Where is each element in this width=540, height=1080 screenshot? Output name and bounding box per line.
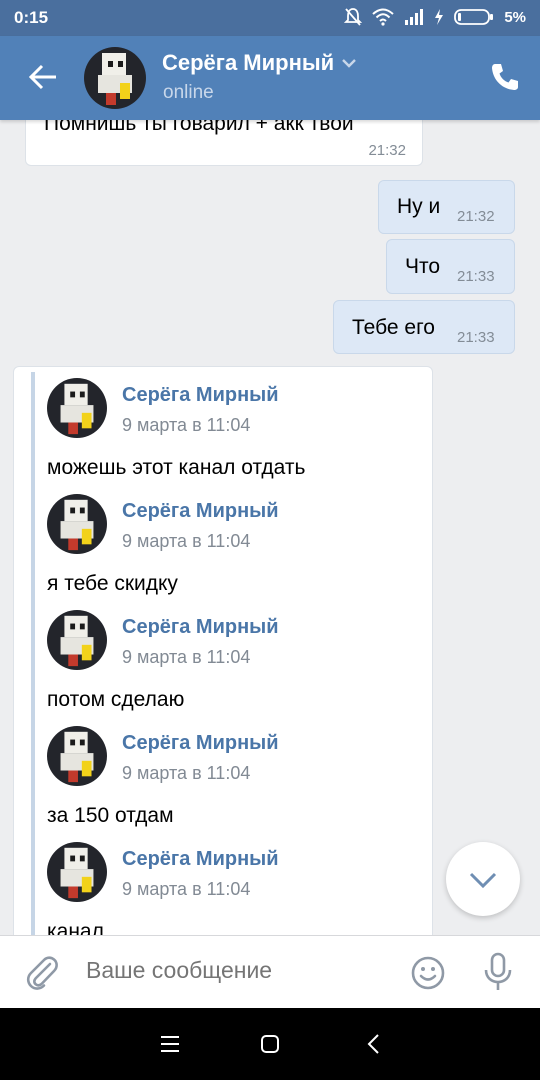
- forwarded-date: 9 марта в 11:04: [122, 763, 251, 783]
- forwarded-author[interactable]: Серёга Мирный: [122, 848, 279, 871]
- signal-icon: [405, 9, 424, 25]
- forwarded-date: 9 марта в 11:04: [122, 415, 251, 435]
- message-bubble-outgoing[interactable]: Ну и 21:32: [378, 180, 515, 234]
- avatar: [47, 842, 107, 902]
- message-composer: [0, 935, 540, 1009]
- menu-icon[interactable]: [158, 1032, 182, 1056]
- scroll-down-button[interactable]: [446, 842, 520, 916]
- forwarded-text: потом сделаю: [47, 688, 185, 711]
- message-time: 21:33: [457, 329, 495, 346]
- message-text: Что: [405, 255, 441, 278]
- avatar[interactable]: [84, 47, 146, 109]
- message-text: Тебе его: [352, 316, 435, 339]
- avatar: [47, 610, 107, 670]
- forwarded-author[interactable]: Серёга Мирный: [122, 732, 279, 755]
- mute-icon: [344, 8, 363, 26]
- message-text: Ну и: [397, 195, 441, 218]
- chat-title[interactable]: Серёга Мирный: [162, 50, 358, 76]
- chevron-down-icon: [342, 59, 357, 68]
- contact-status: online: [163, 82, 214, 103]
- message-time: 21:32: [457, 208, 495, 225]
- emoji-icon[interactable]: [410, 955, 446, 991]
- back-icon[interactable]: [362, 1032, 386, 1056]
- status-icons: 5%: [344, 7, 526, 27]
- forwarded-date: 9 марта в 11:04: [122, 531, 251, 551]
- forwarded-author[interactable]: Серёга Мирный: [122, 616, 279, 639]
- wifi-icon: [372, 8, 394, 26]
- battery-icon: [454, 9, 494, 25]
- forwarded-date: 9 марта в 11:04: [122, 879, 251, 899]
- forwarded-author[interactable]: Серёга Мирный: [122, 384, 279, 407]
- avatar: [47, 494, 107, 554]
- back-arrow-icon[interactable]: [26, 60, 60, 94]
- forwarded-text: за 150 отдам: [47, 804, 174, 827]
- system-nav-bar: [0, 1008, 540, 1080]
- message-text: Помнишь ты говарил + акк твой: [44, 120, 354, 135]
- contact-name: Серёга Мирный: [162, 50, 335, 75]
- message-list[interactable]: Помнишь ты говарил + акк твой 21:32 Ну и…: [0, 120, 540, 935]
- message-input[interactable]: [86, 957, 386, 984]
- battery-percent: 5%: [504, 8, 526, 26]
- chat-header: Серёга Мирный online: [0, 36, 540, 120]
- status-bar: 0:15 5%: [0, 0, 540, 36]
- avatar: [47, 378, 107, 438]
- forwarded-text: можешь этот канал отдать: [47, 456, 306, 479]
- forward-indicator-bar: [31, 372, 35, 935]
- chevron-down-icon: [469, 872, 497, 889]
- message-bubble-outgoing[interactable]: Что 21:33: [386, 239, 515, 294]
- forwarded-author[interactable]: Серёга Мирный: [122, 500, 279, 523]
- home-icon[interactable]: [258, 1032, 282, 1056]
- charging-icon: [435, 9, 444, 25]
- avatar: [47, 726, 107, 786]
- message-bubble-incoming[interactable]: Помнишь ты говарил + акк твой 21:32: [25, 120, 423, 166]
- paperclip-icon[interactable]: [24, 954, 60, 992]
- forwarded-text: канал: [47, 920, 104, 935]
- phone-icon[interactable]: [488, 60, 522, 94]
- message-bubble-outgoing[interactable]: Тебе его 21:33: [333, 300, 515, 354]
- message-time: 21:33: [457, 268, 495, 285]
- status-time: 0:15: [14, 8, 49, 27]
- message-time: 21:32: [368, 142, 406, 159]
- microphone-icon[interactable]: [482, 952, 514, 992]
- forwarded-text: я тебе скидку: [47, 572, 178, 595]
- forwarded-date: 9 марта в 11:04: [122, 647, 251, 667]
